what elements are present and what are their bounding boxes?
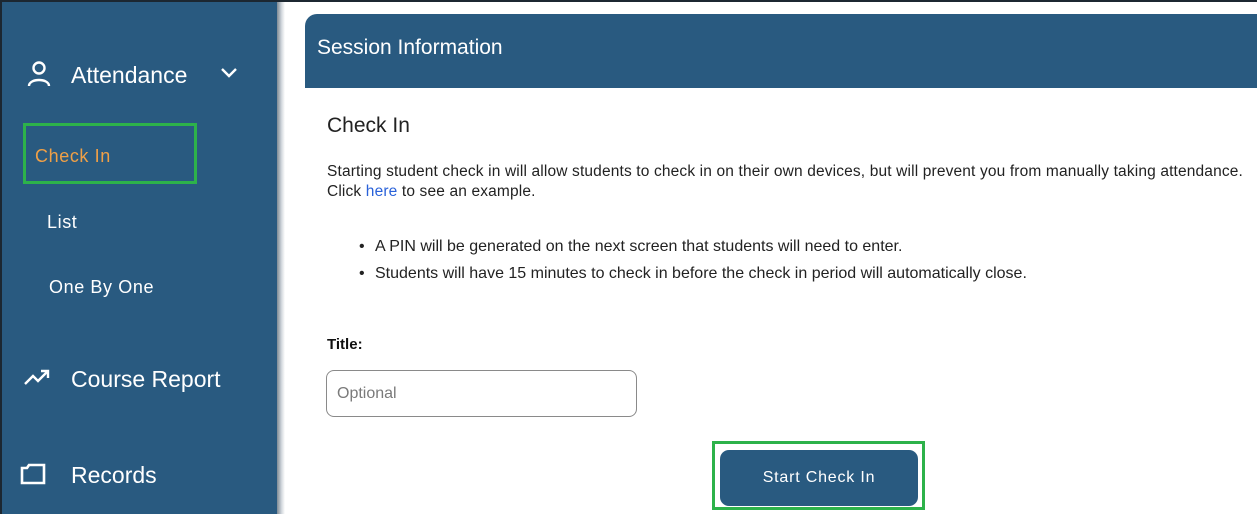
sidebar-item-label: One By One xyxy=(49,277,155,297)
page-title: Session Information xyxy=(317,36,503,59)
user-icon xyxy=(24,59,54,89)
sidebar-section-label: Attendance xyxy=(71,62,188,88)
sidebar-section-course-report[interactable]: Course Report xyxy=(2,358,277,398)
check-in-description: Starting student check in will allow stu… xyxy=(327,162,1247,202)
chevron-down-icon xyxy=(220,66,238,85)
list-item: A PIN will be generated on the next scre… xyxy=(327,238,1247,265)
sidebar-section-attendance[interactable]: Attendance xyxy=(2,54,277,94)
title-input[interactable] xyxy=(326,370,637,417)
sidebar-shadow xyxy=(277,2,285,514)
panel-header: Session Information xyxy=(305,14,1257,88)
section-title: Check In xyxy=(327,114,410,137)
sidebar-item-one-by-one[interactable]: One By One xyxy=(2,269,277,305)
sidebar-item-label: List xyxy=(47,212,78,232)
title-field-label: Title: xyxy=(327,336,363,353)
session-panel: Session Information Check In Starting st… xyxy=(305,14,1257,514)
sidebar-item-list[interactable]: List xyxy=(2,204,277,240)
example-link[interactable]: here xyxy=(366,183,398,200)
sidebar-section-label: Course Report xyxy=(71,366,221,392)
sidebar-section-records[interactable]: Records xyxy=(2,454,277,494)
sidebar: Attendance Check In List One By One Cour… xyxy=(2,2,277,514)
list-item: Students will have 15 minutes to check i… xyxy=(327,265,1247,292)
description-text-end: to see an example. xyxy=(397,183,536,200)
sidebar-section-label: Records xyxy=(71,462,157,488)
start-button-highlight-box xyxy=(712,441,925,510)
folder-icon xyxy=(18,459,48,489)
info-bullet-list: A PIN will be generated on the next scre… xyxy=(327,238,1247,292)
check-in-highlight-box xyxy=(23,123,197,184)
trending-up-icon xyxy=(22,363,52,393)
